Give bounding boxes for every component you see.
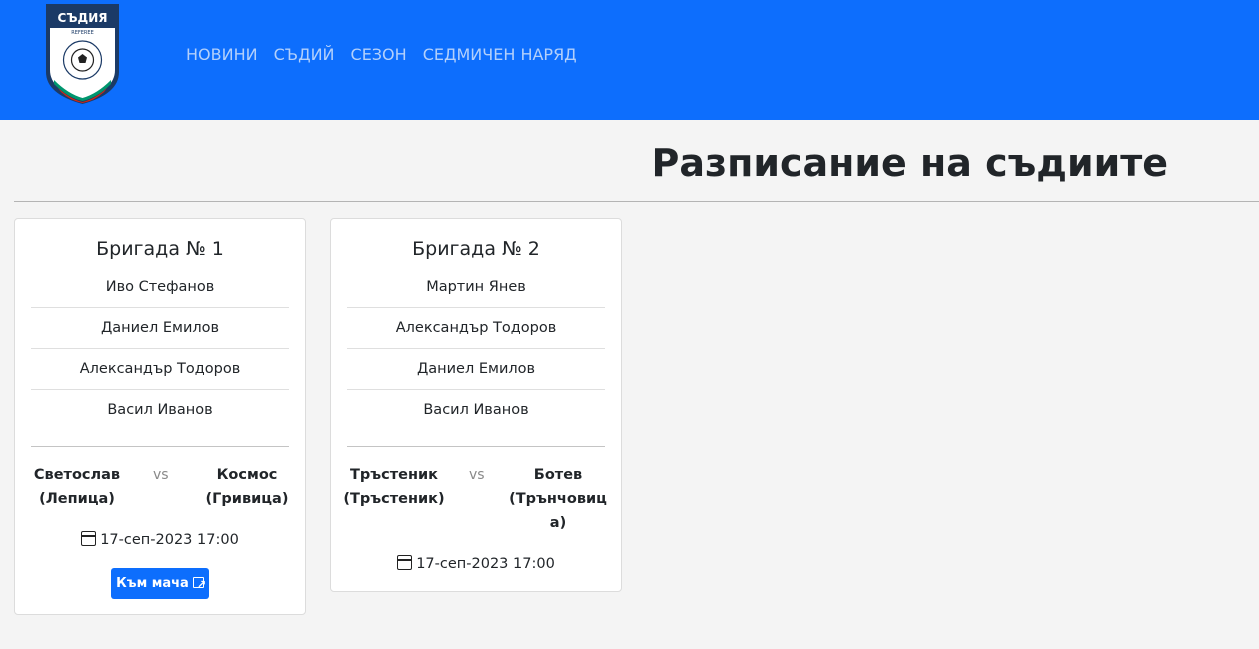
referee-list: Мартин Янев Александър Тодоров Даниел Ем… [347,267,605,431]
calendar-icon [81,531,97,546]
referee-list: Иво Стефанов Даниел Емилов Александър То… [31,267,289,431]
home-team-town: (Тръстеник) [343,491,445,507]
away-team: Космос (Гривица) [197,463,297,511]
home-team: Тръстеник (Тръстеник) [343,463,445,511]
referee-name: Мартин Янев [347,267,605,308]
svg-text:СЪДИЯ: СЪДИЯ [57,11,107,25]
home-team-name: Светослав [33,467,121,483]
vs-label: vs [153,467,169,483]
referee-name: Даниел Емилов [347,349,605,390]
away-team-name: Ботев [533,467,583,483]
referee-name: Александър Тодоров [31,349,289,390]
external-link-icon [192,569,206,600]
datetime-text: 17-сеп-2023 17:00 [100,532,239,548]
match-datetime: 17-сеп-2023 17:00 [331,554,621,574]
nav-link-referees[interactable]: СЪДИЙ [274,45,335,65]
referee-name: Даниел Емилов [31,308,289,349]
match-datetime: 17-сеп-2023 17:00 [15,530,305,550]
match-divider [31,446,289,447]
svg-text:REFEREE: REFEREE [71,30,93,36]
page-title: Разписание на съдиите [651,141,1168,185]
home-team-town: (Лепица) [39,491,115,507]
brigade-card-1: Бригада № 1 Иво Стефанов Даниел Емилов А… [14,218,306,615]
nav-link-season[interactable]: СЕЗОН [351,45,407,65]
away-team-town-wrap: а) [549,515,567,531]
away-team-name: Космос [216,467,278,483]
home-team: Светослав (Лепица) [27,463,127,511]
referee-logo[interactable]: СЪДИЯ REFEREE [44,2,121,106]
nav-link-news[interactable]: НОВИНИ [186,45,258,65]
title-divider [14,201,1259,202]
go-to-match-button[interactable]: Към мача [111,568,209,600]
away-team-town: (Гривица) [205,491,289,507]
referee-name: Александър Тодоров [347,308,605,349]
calendar-icon [397,555,413,570]
main-nav: НОВИНИ СЪДИЙ СЕЗОН СЕДМИЧЕН НАРЯД [186,45,577,65]
brigade-title: Бригада № 2 [412,238,540,260]
brigade-title: Бригада № 1 [96,238,224,260]
match-divider [347,446,605,447]
brigade-card-2: Бригада № 2 Мартин Янев Александър Тодор… [330,218,622,592]
away-team-town: (Трънчовиц [509,491,607,507]
away-team: Ботев (Трънчовиц а) [507,463,609,535]
referee-logo-icon: СЪДИЯ REFEREE [46,4,119,104]
referee-name: Иво Стефанов [31,267,289,308]
referee-name: Васил Иванов [423,402,529,418]
datetime-text: 17-сеп-2023 17:00 [416,556,555,572]
top-navbar: СЪДИЯ REFEREE НОВИНИ СЪДИЙ СЕЗОН СЕДМИЧЕ… [0,0,1259,120]
referee-name: Васил Иванов [107,402,213,418]
home-team-name: Тръстеник [349,467,439,483]
go-to-match-label: Към мача [116,576,189,591]
nav-link-weekly-schedule[interactable]: СЕДМИЧЕН НАРЯД [423,45,577,65]
vs-label: vs [469,467,485,483]
